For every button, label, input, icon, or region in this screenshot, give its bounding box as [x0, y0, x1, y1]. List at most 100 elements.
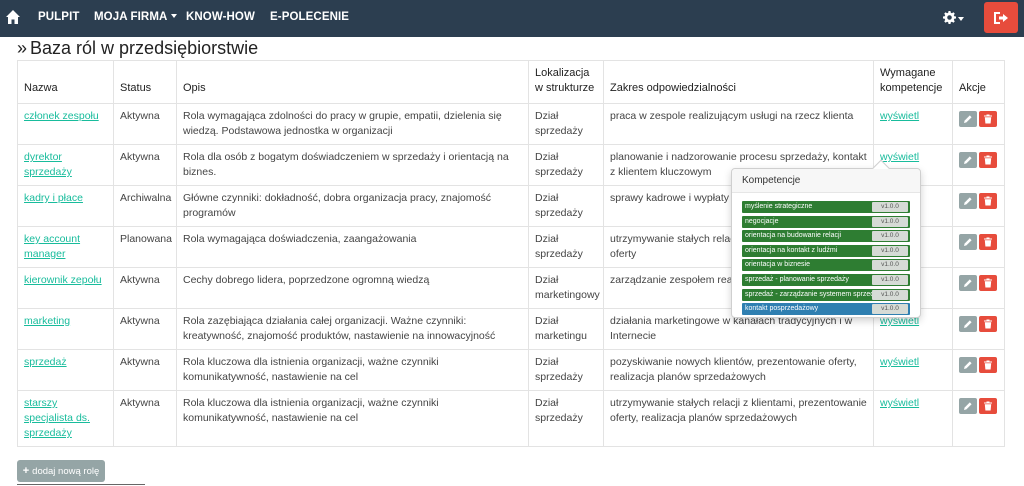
trash-icon: [984, 360, 992, 370]
show-competencies-link[interactable]: wyświetl: [880, 151, 919, 163]
cell-location: Dział marketingowy: [528, 267, 604, 309]
cell-responsibility: utrzymywanie stałych relacji z klientami…: [603, 390, 874, 447]
show-competencies-link[interactable]: wyświetl: [880, 110, 919, 122]
gear-icon: [943, 11, 956, 24]
chevron-down-icon: [171, 13, 178, 18]
cell-description: Rola kluczowa dla istnienia organizacji,…: [176, 390, 529, 447]
competency-name: kontakt posprzedażowy: [745, 305, 819, 313]
cell-status: Aktywna: [113, 144, 177, 186]
cell-location: Dział sprzedaży: [528, 185, 604, 227]
delete-button[interactable]: [979, 193, 997, 209]
delete-button[interactable]: [979, 234, 997, 250]
table-row: starszy specjalista ds. sprzedaży Aktywna…: [17, 390, 1005, 447]
cell-name: dyrektor sprzedaży: [17, 144, 114, 186]
trash-icon: [984, 237, 992, 247]
role-name-link[interactable]: dyrektor sprzedaży: [24, 151, 72, 178]
delete-button[interactable]: [979, 316, 997, 332]
cell-status: Aktywna: [113, 390, 177, 447]
cell-description: Rola kluczowa dla istnienia organizacji,…: [176, 349, 529, 391]
role-name-link[interactable]: członek zespołu: [24, 110, 99, 122]
page-title-text: Baza ról w przedsiębiorstwie: [30, 38, 259, 58]
add-role-label: dodaj nową rolę: [32, 466, 100, 477]
edit-button[interactable]: [959, 316, 977, 332]
show-competencies-link[interactable]: wyświetl: [880, 397, 919, 409]
competency-name: orientacja na kontakt z ludźmi: [745, 246, 838, 254]
nav-item-know-how[interactable]: KNOW-HOW: [186, 0, 255, 37]
competencies-popover: Kompetencje myślenie strategiczne v1.0.0 n…: [731, 159, 921, 318]
delete-button[interactable]: [979, 111, 997, 127]
competency-version: v1.0.0: [872, 260, 908, 271]
divider: [17, 484, 145, 485]
cell-actions: [952, 267, 1005, 309]
cell-competencies: wyświetl: [873, 349, 953, 391]
edit-button[interactable]: [959, 111, 977, 127]
role-name-link[interactable]: kadry i płace: [24, 192, 83, 204]
column-header-location[interactable]: Lokalizacja w strukturze: [528, 60, 604, 104]
top-navbar: PULPIT MOJA FIRMA KNOW-HOW E-POLECENIE: [0, 0, 1024, 37]
cell-status: Aktywna: [113, 267, 177, 309]
column-header-competencies[interactable]: Wymagane kompetencje: [873, 60, 953, 104]
edit-button[interactable]: [959, 234, 977, 250]
cell-actions: [952, 226, 1005, 268]
role-name-link[interactable]: key account manager: [24, 233, 80, 260]
role-name-link[interactable]: starszy specjalista ds. sprzedaży: [24, 397, 90, 439]
delete-button[interactable]: [979, 275, 997, 291]
competency-name: orientacja w biznesie: [745, 261, 810, 269]
delete-button[interactable]: [979, 357, 997, 373]
cell-actions: [952, 308, 1005, 350]
trash-icon: [984, 114, 992, 124]
add-role-button[interactable]: + dodaj nową rolę: [17, 460, 105, 482]
nav-item-moja-firma[interactable]: MOJA FIRMA: [94, 0, 178, 37]
nav-item-e-polecenie[interactable]: E-POLECENIE: [270, 0, 349, 37]
sign-out-icon: [994, 12, 1008, 24]
cell-name: marketing: [17, 308, 114, 350]
logout-button[interactable]: [984, 2, 1018, 33]
edit-button[interactable]: [959, 398, 977, 414]
edit-button[interactable]: [959, 357, 977, 373]
competency-item: kontakt posprzedażowy v1.0.0: [742, 303, 910, 316]
cell-name: członek zespołu: [17, 103, 114, 145]
competency-list: myślenie strategiczne v1.0.0 negocjacje v1.…: [742, 201, 910, 318]
home-icon[interactable]: [5, 9, 21, 26]
nav-item-pulpit[interactable]: PULPIT: [38, 0, 80, 37]
competency-item: sprzedaż - planowanie sprzedaży v1.0.0: [742, 273, 910, 286]
role-name-link[interactable]: marketing: [24, 315, 70, 327]
competency-name: sprzedaż - zarządzanie systemem sprzedaż…: [745, 290, 873, 298]
table-row: członek zespołu Aktywna Rola wymagająca zd…: [17, 103, 1005, 145]
column-header-name[interactable]: Nazwa: [17, 60, 114, 104]
delete-button[interactable]: [979, 152, 997, 168]
plus-icon: +: [22, 465, 30, 477]
settings-dropdown[interactable]: [943, 10, 964, 26]
pencil-icon: [964, 197, 972, 205]
pencil-icon: [964, 279, 972, 287]
show-competencies-link[interactable]: wyświetl: [880, 356, 919, 368]
cell-location: Dział sprzedaży: [528, 144, 604, 186]
pencil-icon: [964, 320, 972, 328]
cell-description: Rola wymagająca zdolności do pracy w gru…: [176, 103, 529, 145]
role-name-link[interactable]: kierownik zepołu: [24, 274, 102, 286]
cell-status: Archiwalna: [113, 185, 177, 227]
competency-name: sprzedaż - planowanie sprzedaży: [745, 275, 849, 283]
competency-item: sprzedaż - zarządzanie systemem sprzedaż…: [742, 288, 910, 301]
column-header-status[interactable]: Status: [113, 60, 177, 104]
role-name-link[interactable]: sprzedaż: [24, 356, 67, 368]
trash-icon: [984, 401, 992, 411]
edit-button[interactable]: [959, 193, 977, 209]
competency-name: orientacja na budowanie relacji: [745, 232, 842, 240]
competency-version: v1.0.0: [872, 202, 908, 212]
cell-actions: [952, 103, 1005, 145]
page-title: » Baza ról w przedsiębiorstwie: [17, 38, 258, 59]
edit-button[interactable]: [959, 152, 977, 168]
competency-version: v1.0.0: [872, 216, 908, 227]
edit-button[interactable]: [959, 275, 977, 291]
cell-actions: [952, 144, 1005, 186]
cell-actions: [952, 390, 1005, 447]
pencil-icon: [964, 238, 972, 246]
delete-button[interactable]: [979, 398, 997, 414]
trash-icon: [984, 196, 992, 206]
pencil-icon: [964, 156, 972, 164]
table-row: sprzedaż Aktywna Rola kluczowa dla istnien…: [17, 349, 1005, 391]
column-header-description[interactable]: Opis: [176, 60, 529, 104]
column-header-responsibility[interactable]: Zakres odpowiedzialności: [603, 60, 874, 104]
cell-description: Cechy dobrego lidera, poprzedzone ogromn…: [176, 267, 529, 309]
